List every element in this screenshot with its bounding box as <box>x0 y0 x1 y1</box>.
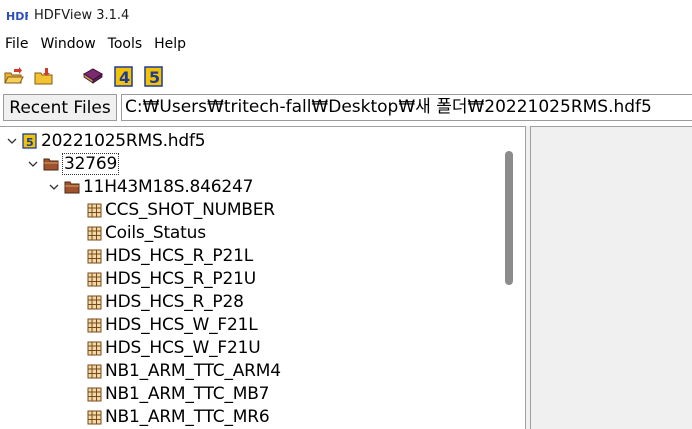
svg-text:4: 4 <box>119 68 130 87</box>
dataset-table-icon <box>86 386 102 402</box>
tree-node-label: 20221025RMS.hdf5 <box>41 131 206 151</box>
hdf5-library-icon[interactable]: 5 <box>143 65 165 87</box>
menu-help[interactable]: Help <box>148 36 192 52</box>
tree-node-label: HDS_HCS_R_P21L <box>105 246 253 266</box>
tree-node-label: NB1_ARM_TTC_MB7 <box>105 384 270 404</box>
title-bar: HDF HDFView 3.1.4 <box>0 0 692 30</box>
svg-text:HDF: HDF <box>6 10 28 21</box>
dataset-table-icon <box>86 340 102 356</box>
file-tree-panel[interactable]: 5 20221025RMS.hdf5 32769 11H43M18S.84624… <box>0 126 526 429</box>
window-title: HDFView 3.1.4 <box>34 7 130 23</box>
svg-text:5: 5 <box>149 68 160 87</box>
help-book-icon[interactable] <box>82 65 104 87</box>
tree-node-dataset[interactable]: HDS_HCS_R_P21L <box>82 245 253 267</box>
menu-file[interactable]: File <box>0 36 34 52</box>
dataset-table-icon <box>86 225 102 241</box>
tree-node-dataset[interactable]: HDS_HCS_W_F21L <box>82 314 258 336</box>
vertical-scrollbar[interactable] <box>505 151 513 285</box>
recent-files-button[interactable]: Recent Files <box>3 94 117 121</box>
tree-node-label: 11H43M18S.846247 <box>83 177 254 197</box>
tree-node-label: HDS_HCS_W_F21U <box>105 338 261 358</box>
menu-bar: File Window Tools Help <box>0 32 692 56</box>
content-panel <box>530 126 692 429</box>
tree-node-dataset[interactable]: HDS_HCS_R_P21U <box>82 268 256 290</box>
tree-node-label: NB1_ARM_TTC_MR6 <box>105 407 270 427</box>
dataset-table-icon <box>86 409 102 425</box>
close-file-icon[interactable] <box>33 65 55 87</box>
svg-text:5: 5 <box>26 136 34 149</box>
menu-tools[interactable]: Tools <box>102 36 149 52</box>
hdfview-logo-icon: HDF <box>6 8 28 22</box>
tree-node-dataset[interactable]: HDS_HCS_W_F21U <box>82 337 261 359</box>
path-bar: Recent Files C:₩Users₩tritech-fall₩Deskt… <box>0 92 692 122</box>
hdf4-library-icon[interactable]: 4 <box>113 65 135 87</box>
tree-node-dataset[interactable]: HDS_HCS_R_P28 <box>82 291 244 313</box>
tree-node-dataset[interactable]: NB1_ARM_TTC_MR6 <box>82 406 270 428</box>
menu-window[interactable]: Window <box>34 36 101 52</box>
tree-node-group[interactable]: 32769 <box>27 153 120 175</box>
tree-node-label: HDS_HCS_R_P28 <box>105 292 244 312</box>
dataset-table-icon <box>86 294 102 310</box>
tree-node-dataset[interactable]: NB1_ARM_TTC_MB7 <box>82 383 269 405</box>
tree-node-root[interactable]: 5 20221025RMS.hdf5 <box>6 130 206 152</box>
tree-node-label: CCS_SHOT_NUMBER <box>105 200 275 220</box>
dataset-table-icon <box>86 317 102 333</box>
tree-node-label: 32769 <box>62 153 120 175</box>
toolbar: 4 5 <box>0 62 692 90</box>
tree-node-label: HDS_HCS_R_P21U <box>105 269 256 289</box>
chevron-down-icon[interactable] <box>27 158 39 170</box>
dataset-table-icon <box>86 271 102 287</box>
hdf5-file-icon: 5 <box>22 133 38 149</box>
dataset-table-icon <box>86 202 102 218</box>
tree-node-label: HDS_HCS_W_F21L <box>105 315 258 335</box>
dataset-table-icon <box>86 363 102 379</box>
folder-icon <box>64 179 80 195</box>
tree-node-dataset[interactable]: CCS_SHOT_NUMBER <box>82 199 275 221</box>
tree-node-label: NB1_ARM_TTC_ARM4 <box>105 361 281 381</box>
dataset-table-icon <box>86 248 102 264</box>
tree-node-subgroup[interactable]: 11H43M18S.846247 <box>48 176 253 198</box>
chevron-down-icon[interactable] <box>48 181 60 193</box>
file-path-field[interactable]: C:₩Users₩tritech-fall₩Desktop₩새 폴더₩20221… <box>121 94 692 121</box>
chevron-down-icon[interactable] <box>6 135 18 147</box>
tree-node-label: Coils_Status <box>105 223 206 243</box>
tree-node-dataset[interactable]: Coils_Status <box>82 222 206 244</box>
tree-node-dataset[interactable]: NB1_ARM_TTC_ARM4 <box>82 360 281 382</box>
folder-icon <box>43 156 59 172</box>
open-file-icon[interactable] <box>3 65 25 87</box>
